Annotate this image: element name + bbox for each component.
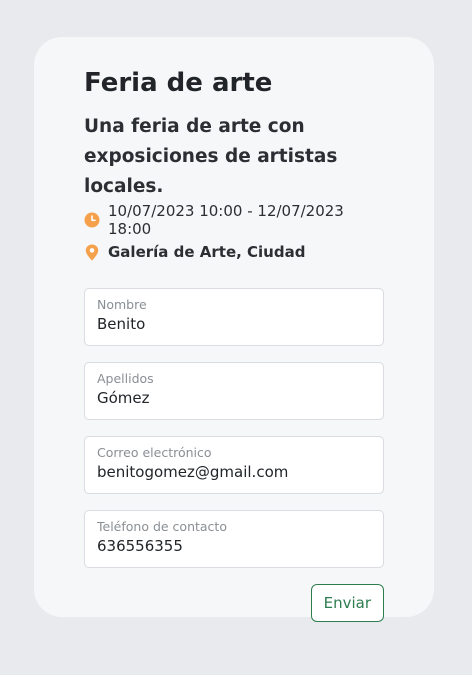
last-name-input[interactable] [97, 388, 371, 408]
email-input[interactable] [97, 462, 371, 482]
event-title: Feria de arte [84, 68, 273, 98]
first-name-input[interactable] [97, 314, 371, 334]
event-location: Galería de Arte, Ciudad [108, 243, 306, 261]
event-card: Feria de arte Una feria de arte con expo… [34, 37, 434, 622]
email-field: Correo electrónico [84, 436, 384, 494]
phone-field: Teléfono de contacto [84, 510, 384, 568]
event-description: Una feria de arte con exposiciones de ar… [84, 116, 338, 197]
event-datetime-row: 10/07/2023 10:00 - 12/07/2023 18:00 [84, 202, 384, 238]
clock-icon [84, 212, 100, 228]
first-name-field: Nombre [84, 288, 384, 346]
phone-input[interactable] [97, 536, 371, 556]
first-name-label: Nombre [97, 297, 147, 312]
event-location-row: Galería de Arte, Ciudad [84, 240, 384, 264]
email-label: Correo electrónico [97, 445, 212, 460]
map-pin-icon [84, 244, 100, 260]
form-actions: Enviar [84, 584, 384, 622]
registration-form: Nombre Apellidos Correo electrónico Telé… [84, 288, 384, 622]
submit-button[interactable]: Enviar [310, 584, 384, 622]
event-datetime: 10/07/2023 10:00 - 12/07/2023 18:00 [108, 202, 344, 238]
last-name-field: Apellidos [84, 362, 384, 420]
last-name-label: Apellidos [97, 371, 154, 386]
phone-label: Teléfono de contacto [97, 519, 227, 534]
